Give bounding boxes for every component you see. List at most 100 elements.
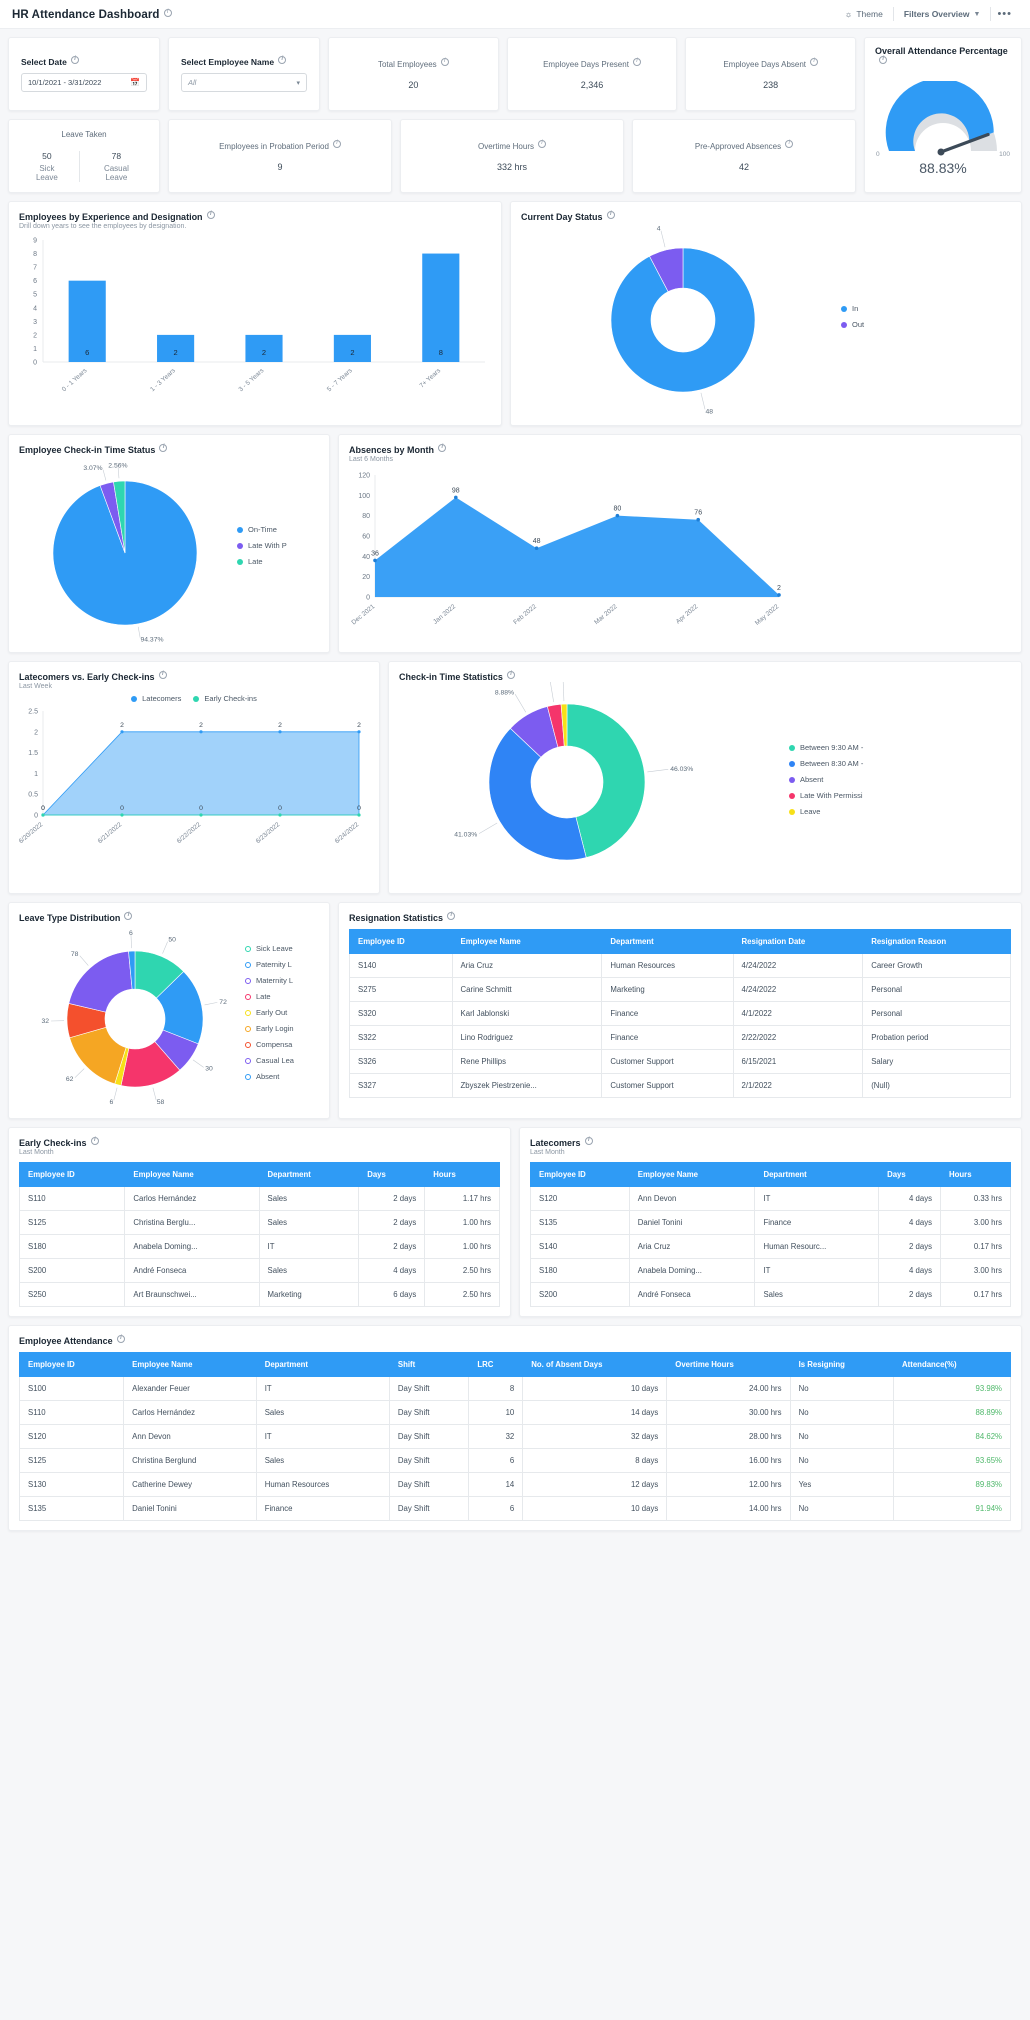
kpi-leave-taken[interactable]: Leave Taken 50 Sick Leave 78 Casual Leav…	[8, 119, 160, 193]
column-header[interactable]: Employee Name	[124, 1162, 260, 1187]
column-header[interactable]: Department	[258, 1162, 360, 1187]
legend-item[interactable]: Between 8:30 AM -	[789, 759, 863, 768]
chart-info-icon[interactable]	[206, 210, 215, 219]
table-row[interactable]: S135 Daniel Tonini Finance Day Shift 6 10 day…	[18, 1496, 1011, 1521]
kpi-preapproved-absences[interactable]: Pre-Approved Absences 42	[632, 119, 856, 193]
bar-chart-svg[interactable]: 0 1 2 3 4 5 6 7 8 9 6 0 - 1 Years 2 1 - 3 Years 2 3 - 5…	[19, 234, 493, 408]
select-employee-info-icon[interactable]	[278, 55, 287, 64]
column-header[interactable]: Employee ID	[18, 1162, 126, 1187]
kpi-overtime-hours[interactable]: Overtime Hours 332 hrs	[400, 119, 624, 193]
column-header[interactable]: Resignation Date	[732, 929, 864, 954]
gauge-info-icon[interactable]	[879, 55, 887, 64]
column-header[interactable]: Overtime Hours	[666, 1352, 791, 1377]
absences-area-svg[interactable]: 0 20 40 60 80 100 120 36 Dec 2021 98 Jan 2022 48 Feb…	[349, 467, 789, 643]
theme-button[interactable]: ☼ Theme	[835, 9, 893, 19]
legend-item[interactable]: Latecomers	[131, 694, 181, 703]
chart-info-icon[interactable]	[606, 210, 615, 219]
kpi-info-icon[interactable]	[785, 139, 794, 148]
table-info-icon[interactable]	[90, 1136, 99, 1145]
legend-item[interactable]: Maternity L	[245, 976, 294, 985]
kpi-info-icon[interactable]	[538, 139, 546, 148]
table-info-icon[interactable]	[116, 1334, 125, 1343]
table-row[interactable]: S200 André Fonseca Sales 4 days 2.50 hrs	[18, 1258, 500, 1283]
early-checkins-table[interactable]: Employee ID Employee Name Department Days Ho…	[18, 1162, 500, 1307]
table-row[interactable]: S200 André Fonseca Sales 2 days 0.17 hrs	[530, 1282, 1011, 1307]
legend-item[interactable]: Early Login	[245, 1024, 294, 1033]
legend-item[interactable]: Casual Lea	[245, 1056, 294, 1065]
table-row[interactable]: S120 Ann Devon IT 4 days 0.33 hrs	[530, 1186, 1011, 1211]
employee-select[interactable]: All ▾	[181, 73, 307, 92]
kpi-info-icon[interactable]	[440, 57, 449, 66]
column-header[interactable]: Department	[255, 1352, 390, 1377]
title-info-icon[interactable]	[163, 8, 172, 17]
column-header[interactable]: LRC	[468, 1352, 524, 1377]
column-header[interactable]: Employee ID	[530, 1162, 630, 1187]
column-header[interactable]: Employee Name	[628, 1162, 756, 1187]
legend-item[interactable]: Out	[841, 320, 864, 329]
table-row[interactable]: S180 Anabela Doming... IT 4 days 3.00 hrs	[530, 1258, 1011, 1283]
legend-item[interactable]: Paternity L	[245, 960, 294, 969]
table-row[interactable]: S125 Christina Berglu... Sales 2 days 1.00 h…	[18, 1210, 500, 1235]
column-header[interactable]: Department	[601, 929, 734, 954]
checkin-pie-svg[interactable]: 94.37% 3.07% 2.56%	[19, 455, 237, 643]
legend-item[interactable]: Late	[245, 992, 294, 1001]
table-row[interactable]: S327 Zbyszek Piestrzenie... Customer Suppo…	[349, 1073, 1011, 1098]
column-header[interactable]: Hours	[940, 1162, 1011, 1187]
table-row[interactable]: S135 Daniel Tonini Finance 4 days 3.00 hrs	[530, 1210, 1011, 1235]
table-row[interactable]: S140 Aria Cruz Human Resources 4/24/2022 Car…	[349, 953, 1011, 978]
table-row[interactable]: S275 Carine Schmitt Marketing 4/24/2022 Pers…	[349, 977, 1011, 1002]
filters-overview-button[interactable]: Filters Overview ▼	[894, 9, 991, 19]
legend-item[interactable]: Compensa	[245, 1040, 294, 1049]
column-header[interactable]: Resignation Reason	[862, 929, 1011, 954]
chart-info-icon[interactable]	[124, 911, 133, 920]
chart-info-icon[interactable]	[438, 443, 447, 452]
legend-item[interactable]: Between 9:30 AM -	[789, 743, 863, 752]
column-header[interactable]: Employee ID	[349, 929, 453, 954]
column-header[interactable]: No. of Absent Days	[522, 1352, 668, 1377]
column-header[interactable]: Days	[358, 1162, 426, 1187]
legend-item[interactable]: On-Time	[237, 525, 287, 534]
table-row[interactable]: S320 Karl Jablonski Finance 4/1/2022 Persona…	[349, 1001, 1011, 1026]
select-employee-filter[interactable]: Select Employee Name All ▾	[168, 37, 320, 111]
column-header[interactable]: Shift	[388, 1352, 470, 1377]
legend-item[interactable]: Leave	[789, 807, 863, 816]
kpi-employee-days-absent[interactable]: Employee Days Absent 238	[685, 37, 857, 111]
table-row[interactable]: S250 Art Braunschwei... Marketing 6 days 2.5…	[18, 1282, 500, 1307]
kpi-info-icon[interactable]	[332, 139, 341, 148]
kpi-info-icon[interactable]	[810, 57, 819, 66]
table-row[interactable]: S130 Catherine Dewey Human Resources Day Sh…	[18, 1472, 1011, 1497]
legend-item[interactable]: Early Out	[245, 1008, 294, 1017]
table-row[interactable]: S125 Christina Berglund Sales Day Shift 6 8 d…	[18, 1448, 1011, 1473]
select-date-info-icon[interactable]	[70, 55, 79, 64]
date-range-input[interactable]: 10/1/2021 - 3/31/2022 📅	[21, 73, 147, 92]
legend-item[interactable]: Absent	[789, 775, 863, 784]
table-row[interactable]: S120 Ann Devon IT Day Shift 32 32 days 28.00 h…	[18, 1424, 1011, 1449]
legend-item[interactable]: Late With Permissi	[789, 791, 863, 800]
column-header[interactable]: Department	[754, 1162, 880, 1187]
column-header[interactable]: Days	[878, 1162, 941, 1187]
column-header[interactable]: Is Resigning	[789, 1352, 895, 1377]
table-row[interactable]: S110 Carlos Hernández Sales Day Shift 10 14 d…	[18, 1400, 1011, 1425]
latecomers-area-svg[interactable]: 00.511.522.502 2 2 20 0 0 0 06/20/2022 6/21/2022…	[19, 703, 371, 863]
kpi-info-icon[interactable]	[632, 57, 641, 66]
legend-item[interactable]: Early Check-ins	[193, 694, 257, 703]
legend-item[interactable]: Late	[237, 557, 287, 566]
current-day-donut-svg[interactable]: 48 4	[521, 224, 841, 416]
column-header[interactable]: Employee ID	[18, 1352, 125, 1377]
chart-info-icon[interactable]	[158, 670, 167, 679]
table-info-icon[interactable]	[584, 1136, 593, 1145]
table-row[interactable]: S100 Alexander Feuer IT Day Shift 8 10 days 24…	[18, 1376, 1011, 1401]
employee-attendance-table[interactable]: Employee ID Employee Name Department Shift L…	[18, 1352, 1011, 1521]
legend-item[interactable]: In	[841, 304, 864, 313]
chart-info-icon[interactable]	[506, 670, 515, 679]
latecomers-table[interactable]: Employee ID Employee Name Department Days Ho…	[530, 1162, 1011, 1307]
column-header[interactable]: Hours	[424, 1162, 500, 1187]
select-date-filter[interactable]: Select Date 10/1/2021 - 3/31/2022 📅	[8, 37, 160, 111]
resignation-table[interactable]: Employee ID Employee Name Department Resign…	[349, 929, 1011, 1098]
kpi-probation-period[interactable]: Employees in Probation Period 9	[168, 119, 392, 193]
chart-info-icon[interactable]	[159, 443, 168, 452]
legend-item[interactable]: Late With P	[237, 541, 287, 550]
table-row[interactable]: S326 Rene Phillips Customer Support 6/15/20…	[349, 1049, 1011, 1074]
table-row[interactable]: S322 Lino Rodriguez Finance 2/22/2022 Probat…	[349, 1025, 1011, 1050]
checkin-stats-donut-svg[interactable]: 46.03%41.03%8.88%2.84%1.21%	[399, 682, 789, 884]
